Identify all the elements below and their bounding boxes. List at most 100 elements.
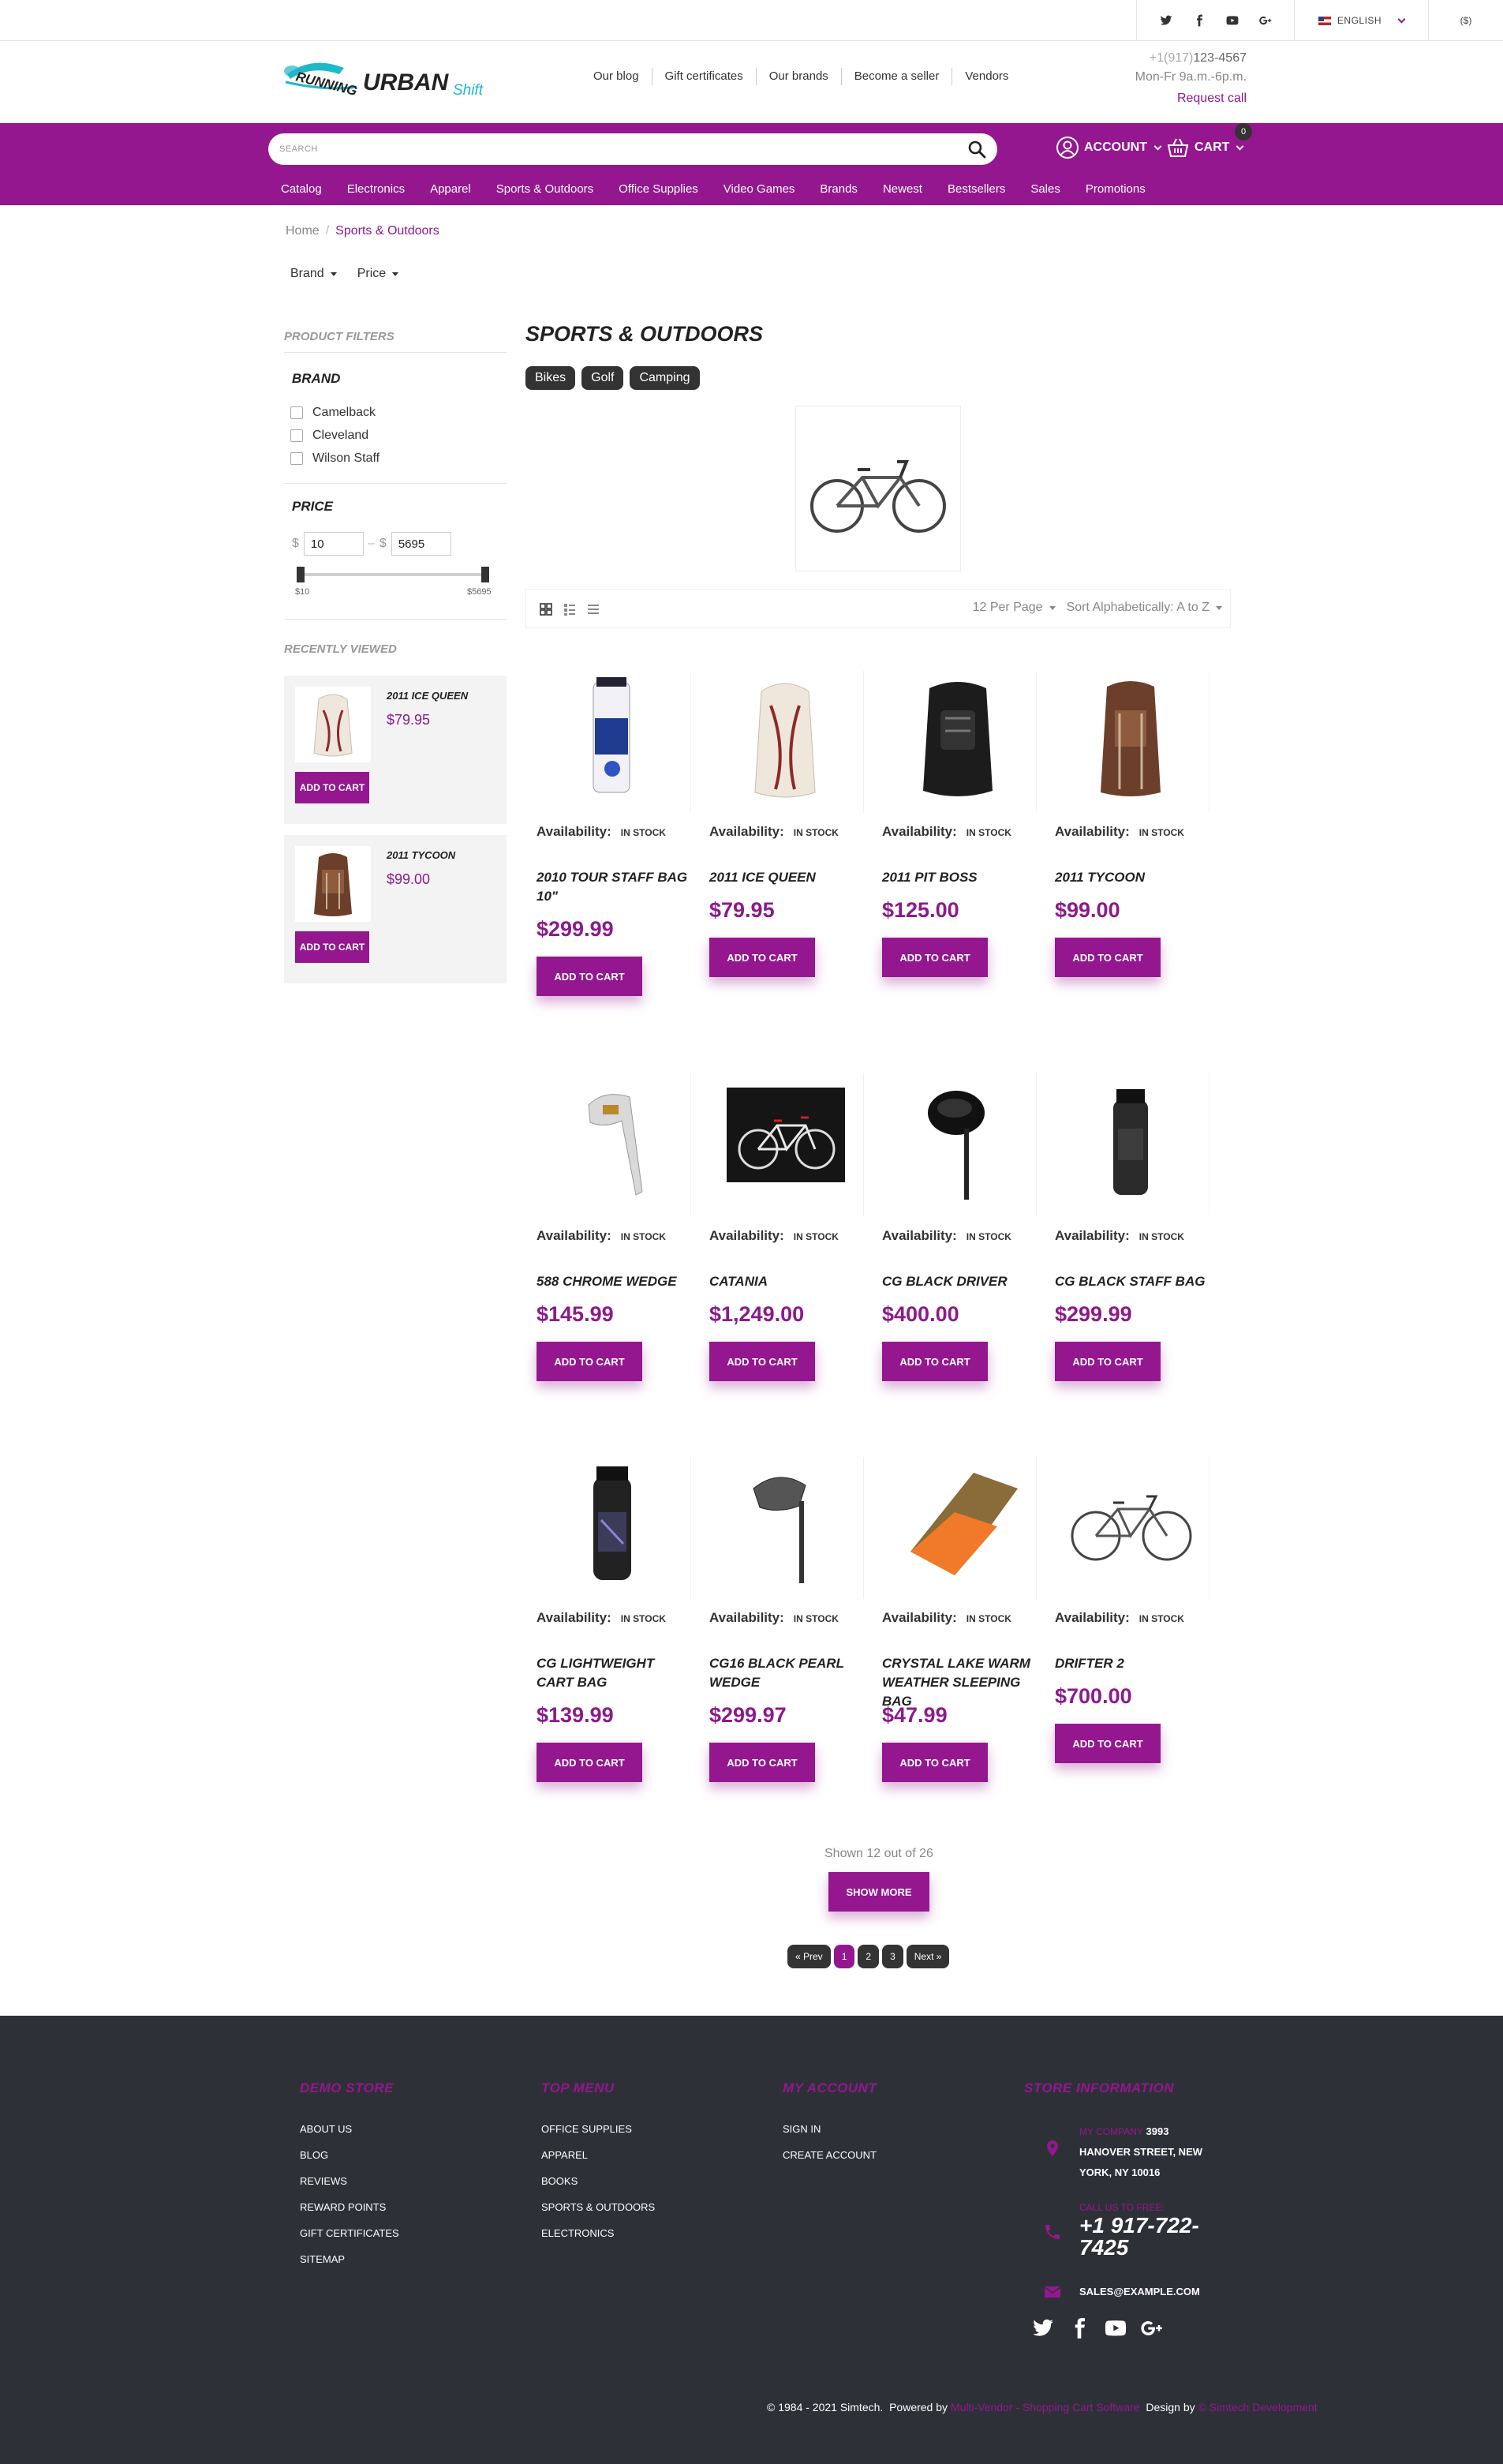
page-1-button[interactable]: 1	[833, 1945, 855, 1968]
subcategory-bikes[interactable]: Bikes	[525, 366, 576, 390]
product-name[interactable]: 2010 TOUR STAFF BAG 10"	[537, 868, 694, 906]
add-to-cart-button[interactable]: ADD TO CART	[709, 938, 815, 977]
brand-option-wilson-staff[interactable]: Wilson Staff	[290, 451, 379, 466]
product-image[interactable]	[706, 1457, 864, 1599]
nav-item-office-supplies[interactable]: Office Supplies	[606, 180, 711, 199]
header-link-become-seller[interactable]: Become a seller	[840, 68, 952, 85]
add-to-cart-button[interactable]: ADD TO CART	[709, 1342, 815, 1381]
language-selector[interactable]: ENGLISH	[1294, 0, 1428, 41]
product-name[interactable]: 588 CHROME WEDGE	[537, 1272, 694, 1291]
product-image[interactable]	[1052, 671, 1210, 813]
breadcrumb-current[interactable]: Sports & Outdoors	[335, 224, 439, 238]
brand-filter-title[interactable]: BRAND	[292, 371, 340, 387]
add-to-cart-button[interactable]: ADD TO CART	[1055, 1724, 1161, 1763]
footer-link-reviews[interactable]: REVIEWS	[300, 2175, 347, 2187]
account-menu[interactable]: ACCOUNT	[1056, 136, 1162, 159]
price-max-input[interactable]	[391, 532, 451, 556]
product-image[interactable]	[706, 1073, 864, 1215]
product-image[interactable]	[879, 1073, 1037, 1215]
youtube-icon[interactable]	[1226, 14, 1239, 27]
search-icon[interactable]	[967, 140, 986, 159]
add-to-cart-button[interactable]: ADD TO CART	[295, 772, 369, 803]
product-name[interactable]: DRIFTER 2	[1055, 1654, 1213, 1673]
product-name[interactable]: CG16 BLACK PEARL WEDGE	[709, 1654, 867, 1692]
brand-option-camelback[interactable]: Camelback	[290, 406, 376, 420]
product-name[interactable]: 2011 TYCOON	[1055, 868, 1213, 887]
header-link-gift-certificates[interactable]: Gift certificates	[651, 68, 756, 85]
nav-item-sports-outdoors[interactable]: Sports & Outdoors	[484, 180, 606, 199]
product-image[interactable]	[706, 671, 864, 813]
product-image[interactable]	[533, 1457, 691, 1599]
prev-page-button[interactable]: « Prev	[787, 1945, 831, 1968]
checkbox[interactable]	[290, 406, 303, 419]
add-to-cart-button[interactable]: ADD TO CART	[295, 931, 369, 963]
facebook-icon[interactable]	[1068, 2317, 1090, 2339]
next-page-button[interactable]: Next »	[906, 1945, 950, 1968]
nav-item-brands[interactable]: Brands	[807, 180, 870, 199]
grid-view-icon[interactable]	[539, 602, 553, 616]
footer-link-books[interactable]: BOOKS	[541, 2175, 578, 2187]
page-2-button[interactable]: 2	[858, 1945, 880, 1968]
product-image[interactable]	[1052, 1457, 1210, 1599]
youtube-icon[interactable]	[1105, 2317, 1127, 2339]
nav-item-bestsellers[interactable]: Bestsellers	[935, 180, 1018, 199]
subcategory-golf[interactable]: Golf	[581, 366, 624, 390]
footer-link-office-supplies[interactable]: OFFICE SUPPLIES	[541, 2123, 632, 2135]
footer-link-about-us[interactable]: ABOUT US	[300, 2123, 352, 2135]
add-to-cart-button[interactable]: ADD TO CART	[1055, 1342, 1161, 1381]
recent-product-name[interactable]: 2011 ICE QUEEN	[387, 690, 468, 702]
sort-dropdown[interactable]: Sort Alphabetically: A to Z	[1067, 601, 1222, 615]
twitter-icon[interactable]	[1160, 14, 1172, 27]
product-name[interactable]: CG BLACK DRIVER	[882, 1272, 1040, 1291]
nav-item-catalog[interactable]: Catalog	[268, 180, 335, 199]
powered-by-link[interactable]: Multi-Vendor - Shopping Cart Software	[951, 2401, 1140, 2413]
product-name[interactable]: 2011 ICE QUEEN	[709, 868, 867, 887]
page-3-button[interactable]: 3	[882, 1945, 903, 1968]
brand-option-cleveland[interactable]: Cleveland	[290, 429, 368, 443]
compact-list-icon[interactable]	[586, 602, 600, 616]
google-plus-icon[interactable]	[1141, 2317, 1163, 2339]
recent-product-image[interactable]	[295, 846, 371, 922]
header-link-brands[interactable]: Our brands	[755, 68, 841, 85]
product-name[interactable]: CATANIA	[709, 1272, 867, 1291]
header-link-blog[interactable]: Our blog	[581, 68, 652, 85]
nav-item-promotions[interactable]: Promotions	[1073, 180, 1158, 199]
checkbox[interactable]	[290, 452, 303, 465]
slider-min-handle[interactable]	[297, 567, 305, 582]
per-page-dropdown[interactable]: 12 Per Page	[973, 601, 1056, 615]
breadcrumb-home[interactable]: Home	[286, 224, 320, 238]
google-plus-icon[interactable]	[1258, 14, 1272, 27]
search-input[interactable]	[279, 133, 942, 165]
nav-item-electronics[interactable]: Electronics	[335, 180, 417, 199]
subcategory-camping[interactable]: Camping	[630, 366, 700, 390]
footer-link-apparel[interactable]: APPAREL	[541, 2149, 588, 2161]
footer-link-reward-points[interactable]: REWARD POINTS	[300, 2201, 386, 2213]
facebook-icon[interactable]	[1193, 14, 1206, 27]
header-link-vendors[interactable]: Vendors	[952, 68, 1021, 85]
nav-item-video-games[interactable]: Video Games	[711, 180, 808, 199]
brand-filter-dropdown[interactable]: Brand	[290, 267, 337, 281]
add-to-cart-button[interactable]: ADD TO CART	[709, 1743, 815, 1782]
nav-item-newest[interactable]: Newest	[870, 180, 935, 199]
product-image[interactable]	[879, 1457, 1037, 1599]
add-to-cart-button[interactable]: ADD TO CART	[537, 1342, 642, 1381]
price-min-input[interactable]	[303, 532, 364, 556]
recent-product-image[interactable]	[295, 687, 371, 762]
footer-link-blog[interactable]: BLOG	[300, 2149, 328, 2161]
nav-item-sales[interactable]: Sales	[1018, 180, 1073, 199]
design-by-link[interactable]: © Simtech Development	[1198, 2401, 1318, 2413]
nav-item-apparel[interactable]: Apparel	[417, 180, 484, 199]
price-range-slider[interactable]	[297, 567, 489, 582]
add-to-cart-button[interactable]: ADD TO CART	[882, 1743, 988, 1782]
add-to-cart-button[interactable]: ADD TO CART	[1055, 938, 1161, 977]
footer-link-sitemap[interactable]: SITEMAP	[300, 2253, 345, 2265]
add-to-cart-button[interactable]: ADD TO CART	[882, 1342, 988, 1381]
product-name[interactable]: 2011 PIT BOSS	[882, 868, 1040, 887]
footer-link-gift-certificates[interactable]: GIFT CERTIFICATES	[300, 2227, 399, 2239]
request-call-link[interactable]: Request call	[1135, 89, 1247, 108]
show-more-button[interactable]: SHOW MORE	[828, 1872, 929, 1912]
list-view-icon[interactable]	[563, 602, 577, 616]
product-image[interactable]	[533, 1073, 691, 1215]
product-image[interactable]	[1052, 1073, 1210, 1215]
add-to-cart-button[interactable]: ADD TO CART	[882, 938, 988, 977]
